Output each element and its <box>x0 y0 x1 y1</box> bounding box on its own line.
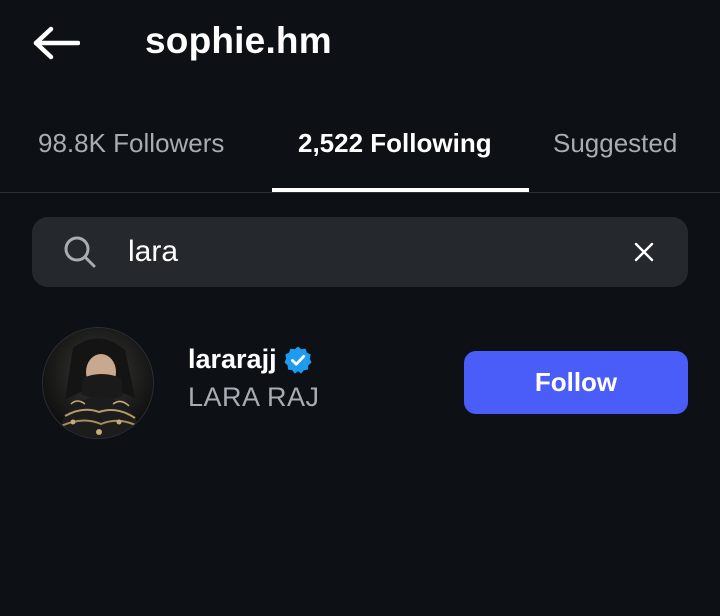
username-group[interactable]: lararajj <box>188 344 313 375</box>
tab-bar: 98.8K Followers 2,522 Following Suggeste… <box>0 110 720 194</box>
tab-followers[interactable]: 98.8K Followers <box>38 128 224 159</box>
avatar[interactable] <box>42 327 154 439</box>
back-button[interactable] <box>30 22 82 64</box>
tab-following[interactable]: 2,522 Following <box>298 128 492 159</box>
clear-search-button[interactable] <box>628 236 660 268</box>
follow-button[interactable]: Follow <box>464 351 688 414</box>
verified-badge-icon <box>284 346 312 374</box>
close-icon <box>634 242 654 262</box>
search-input[interactable] <box>128 229 608 275</box>
tabs-divider <box>0 192 720 193</box>
tab-suggested[interactable]: Suggested <box>553 128 677 159</box>
full-name: LARA RAJ <box>188 382 320 412</box>
search-bar[interactable] <box>32 217 688 287</box>
username[interactable]: lararajj <box>188 344 277 375</box>
arrow-left-icon <box>33 26 80 60</box>
list-item[interactable]: lararajj LARA RAJ Follow <box>0 320 720 450</box>
page-title: sophie.hm <box>145 20 332 61</box>
search-icon <box>64 236 96 268</box>
header-bar: sophie.hm <box>0 0 720 90</box>
